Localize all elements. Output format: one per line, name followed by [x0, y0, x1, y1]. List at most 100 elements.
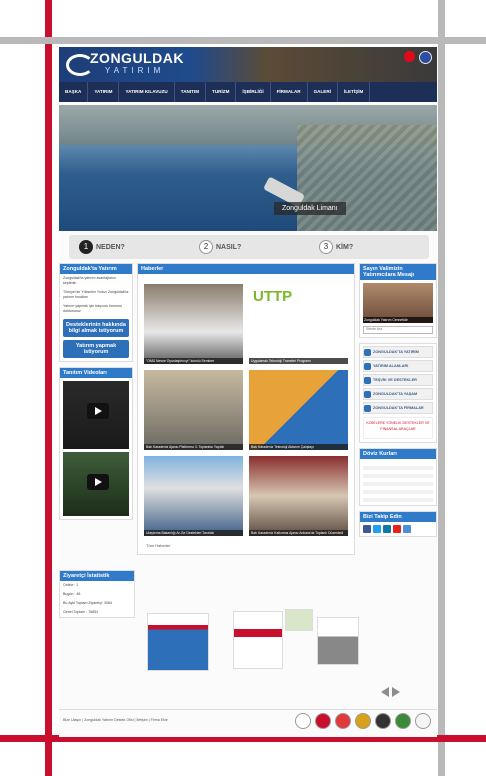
stats-line: Bu Ayki Toplam Ziyaretçi: 3084: [63, 601, 113, 605]
play-icon[interactable]: [87, 403, 109, 419]
link-label: YATIRIM ALANLARI: [373, 364, 409, 368]
stats-line: Genel Toplam : 76854: [63, 610, 99, 614]
logo-title[interactable]: ZONGULDAK: [90, 50, 184, 66]
seal-icon[interactable]: [395, 713, 411, 729]
invest-button[interactable]: Yatırım yapmak istiyorum: [63, 340, 129, 358]
invest-text: Türkiye'nin Yükselen Yıldızı Zonguldak't…: [63, 290, 129, 299]
footer-link[interactable]: İletişim: [136, 718, 147, 722]
grey-guide-vertical: [438, 0, 445, 776]
nav-item-iletisim[interactable]: İLETİŞİM: [338, 82, 371, 102]
follow-box: Bizi Takip Edin: [359, 511, 437, 537]
hero-caption: Zonguldak Limanı: [274, 202, 346, 215]
news-caption: Ulaştırma Bakanlığı Ar-Ge Destekleri Tan…: [144, 530, 243, 536]
news-card[interactable]: Batı Karadeniz Ajansı Platformu 3. Topla…: [144, 370, 243, 450]
video-thumbnail[interactable]: [63, 452, 129, 516]
step-number: 2: [199, 240, 213, 254]
step-number: 3: [319, 240, 333, 254]
link-firmalar[interactable]: ZONGULDAK'TA FİRMALAR: [363, 402, 433, 414]
turkish-flag-icon[interactable]: [404, 51, 415, 62]
news-card[interactable]: Batı Karadeniz Teknoloji Aktarım Çalışta…: [249, 370, 348, 450]
governor-photo[interactable]: Zonguldak Yatırım Cennetidir: [363, 283, 433, 323]
news-caption: "OMÜ Nesne Oyunlaştırıcıyı" konulu Semin…: [144, 358, 243, 364]
arrow-left-icon[interactable]: [381, 687, 389, 697]
english-flag-icon[interactable]: [419, 51, 432, 64]
seal-icon[interactable]: [415, 713, 431, 729]
video-thumbnail[interactable]: [63, 381, 129, 449]
visitor-stats-box: Ziyaretçi İstatistik Online : 1 Bugün : …: [59, 570, 135, 618]
twitter-icon[interactable]: [373, 525, 381, 533]
institution-seals: [295, 713, 431, 729]
nav-item-yatirim[interactable]: YATIRIM: [88, 82, 120, 102]
seal-icon[interactable]: [355, 713, 371, 729]
step-title: KİM?: [336, 243, 354, 251]
seal-icon[interactable]: [335, 713, 351, 729]
step-number: 1: [79, 240, 93, 254]
news-box: Haberler "OMÜ Nesne Oyunlaştırıcıyı" kon…: [137, 263, 355, 555]
partner-logo[interactable]: [233, 611, 283, 669]
nav-item-tanitim[interactable]: TANITIM: [175, 82, 207, 102]
rss-icon[interactable]: [403, 525, 411, 533]
nav-item-firmalar[interactable]: FİRMALAR: [271, 82, 308, 102]
invest-box: Zonguldak'ta Yatırım Zonguldak'ta yatırı…: [59, 263, 133, 362]
seal-icon[interactable]: [375, 713, 391, 729]
link-label: ZONGULDAK'TA YAŞAM: [373, 392, 418, 396]
step-nasil[interactable]: 2 NASIL?: [189, 240, 309, 254]
steps-bar: 1 NEDEN? 2 NASIL? 3 KİM?: [69, 235, 429, 259]
seal-icon[interactable]: [295, 713, 311, 729]
hero-city: [297, 125, 437, 231]
youtube-icon[interactable]: [393, 525, 401, 533]
invest-title: Zonguldak'ta Yatırım: [60, 264, 132, 274]
facebook-icon[interactable]: [363, 525, 371, 533]
seal-icon[interactable]: [315, 713, 331, 729]
nav-item-isbirligi[interactable]: İŞBİRLİĞİ: [236, 82, 271, 102]
website-page: ZONGULDAK YATIRIM BAŞKA YATIRIM YATIRIM …: [59, 47, 437, 737]
news-caption: Batı Karadeniz Ajansı Platformu 3. Topla…: [144, 444, 243, 450]
left-column: Zonguldak'ta Yatırım Zonguldak'ta yatırı…: [59, 263, 133, 525]
kobi-banner[interactable]: KOBİ'LERE YÖNELİK DESTEKLER VE FİNANSAL …: [363, 417, 433, 439]
governor-box: Sayın Valimizin Yatırımcılara Mesajı Zon…: [359, 263, 437, 338]
home-icon: [364, 390, 371, 398]
right-column: Sayın Valimizin Yatırımcılara Mesajı Zon…: [359, 263, 437, 542]
footer-link[interactable]: Zonguldak Yatırım Destek Ofisi: [84, 718, 133, 722]
invest-text: Yatırım yapmak için başvuru formunu dold…: [63, 304, 123, 313]
site-header: ZONGULDAK YATIRIM: [59, 47, 437, 82]
nav-item-turizm[interactable]: TURİZM: [206, 82, 237, 102]
main-nav: BAŞKA YATIRIM YATIRIM KILAVUZU TANITIM T…: [59, 82, 437, 102]
hero-slider[interactable]: Zonguldak Limanı 1 2 3 4 5: [59, 105, 437, 231]
news-card[interactable]: UTTP Uygulamalı Teknoloji Transferi Prog…: [249, 284, 348, 364]
money-icon: [364, 376, 371, 384]
all-news-link[interactable]: Tüm Haberler: [146, 543, 170, 548]
news-card[interactable]: "OMÜ Nesne Oyunlaştırıcıyı" konulu Semin…: [144, 284, 243, 364]
nav-item-galeri[interactable]: GALERİ: [308, 82, 338, 102]
currency-box: Döviz Kurları: [359, 448, 437, 506]
link-zonguldakta-yatirim[interactable]: ZONGULDAK'TA YATIRIM: [363, 346, 433, 358]
stats-line: Online : 1: [63, 583, 79, 587]
partner-logo[interactable]: [317, 617, 359, 665]
play-icon[interactable]: [87, 474, 109, 490]
link-tesvik[interactable]: TEŞVİK VE DESTEKLER: [363, 374, 433, 386]
footer-link[interactable]: Firma Ekle: [151, 718, 168, 722]
partner-logo[interactable]: [285, 609, 313, 631]
step-title: NASIL?: [216, 243, 242, 251]
link-yasam[interactable]: ZONGULDAK'TA YAŞAM: [363, 388, 433, 400]
news-card[interactable]: Ulaştırma Bakanlığı Ar-Ge Destekleri Tan…: [144, 456, 243, 536]
link-label: ZONGULDAK'TA YATIRIM: [373, 350, 419, 354]
nav-item-baska[interactable]: BAŞKA: [59, 82, 89, 102]
red-guide-vertical: [45, 0, 52, 776]
partner-logo[interactable]: [147, 613, 209, 671]
arrow-right-icon[interactable]: [392, 687, 400, 697]
news-card[interactable]: Batı Karadeniz Kalkınma Ajansı Ankara'da…: [249, 456, 348, 536]
footer-link[interactable]: Bize Ulaşın: [63, 718, 81, 722]
step-kim[interactable]: 3 KİM?: [309, 240, 429, 254]
governor-caption: Zonguldak Yatırım Cennetidir: [363, 317, 433, 323]
link-yatirim-alanlari[interactable]: YATIRIM ALANLARI: [363, 360, 433, 372]
link-label: TEŞVİK VE DESTEKLER: [373, 378, 417, 382]
grey-guide-horizontal: [0, 37, 486, 44]
videos-box: Tanıtım Videoları: [59, 367, 133, 520]
site-search-input[interactable]: Sitede Ara: [363, 326, 433, 334]
support-info-button[interactable]: Desteklerinin hakkında bilgi almak istiy…: [63, 319, 129, 337]
step-neden[interactable]: 1 NEDEN?: [69, 240, 189, 254]
linkedin-icon[interactable]: [383, 525, 391, 533]
logo-carousel-arrows: [381, 687, 400, 697]
nav-item-yatirim-kilavuzu[interactable]: YATIRIM KILAVUZU: [119, 82, 175, 102]
